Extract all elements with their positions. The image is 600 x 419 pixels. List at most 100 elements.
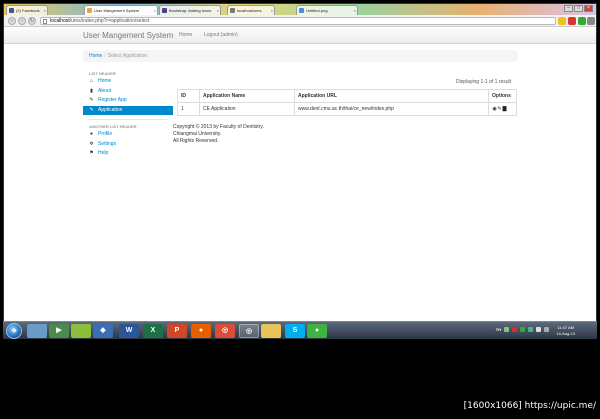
line-icon[interactable]: ● [307,324,327,338]
close-icon[interactable]: × [154,6,156,15]
application-table: ID Application Name Application URL Opti… [177,89,517,116]
maximize-icon[interactable]: □ [574,5,583,12]
clock-date: 14-Aug-13 [556,331,575,336]
nav-home-link[interactable]: Home [179,32,192,38]
url-path: /ums/index.php?r=application/select [69,18,150,24]
tab-label: Untitled-png [306,8,328,13]
column-header-id[interactable]: ID [177,89,200,103]
extension-icon[interactable] [578,17,586,25]
sidebar-item-label: Application [98,106,123,113]
address-bar-row: ‹ › ↻ localhost/ums/index.php?r=applicat… [4,15,596,27]
pencil-icon: ✎ [89,106,94,113]
sidebar-item-settings[interactable]: ✲ Settings [83,140,173,150]
site-navbar: User Mangement System Home Logout (admin… [4,27,596,44]
browser-tab-strip: (2) Facebook × User Mangement System × B… [4,4,596,15]
sidebar-header: LIST HEADER [89,71,116,76]
breadcrumb-current: Select Application [107,53,148,59]
page-icon [87,8,92,13]
chrome-icon[interactable]: ◎ [215,324,235,338]
sidebar-item-help[interactable]: ⚑ Help [83,149,173,159]
cell-options: ◉✎▇ [488,102,517,116]
virtualbox-icon[interactable]: ◆ [93,324,113,338]
sidebar-item-label: About [98,87,112,94]
tab-label: localhost/ums [237,8,262,13]
breadcrumb-home-link[interactable]: Home [89,53,102,59]
results-summary: Displaying 1-1 of 1 result [456,79,512,85]
language-indicator[interactable]: TH [496,327,501,332]
menu-icon[interactable] [587,17,595,25]
column-header-name[interactable]: Application Name [199,89,295,103]
sidebar-divider [89,119,167,120]
watermark: [1600x1066] https://upic.me/ [463,401,596,411]
close-window-icon[interactable]: × [584,5,593,12]
close-icon[interactable]: × [271,6,273,15]
close-icon[interactable]: × [44,6,46,15]
back-icon[interactable]: ‹ [8,17,16,25]
powerpoint-icon[interactable]: P [167,324,187,338]
browser-tab-bootstrap[interactable]: Bootstrap: Adding Icons × [159,5,221,15]
sidebar-item-label: Profile [98,131,113,137]
forward-icon[interactable]: › [18,17,26,25]
media-icon[interactable]: ▶ [49,324,69,338]
network-icon[interactable] [536,327,541,332]
image-icon [299,8,304,13]
url-host: localhost [50,18,70,24]
tray-app-icon[interactable] [504,327,509,332]
breadcrumb: Home / Select Application [83,50,518,62]
sidebar-item-about[interactable]: ▮ About [83,87,173,97]
cell-url: www.dent.cmu.ac.th/thai/ce_new/index.php [294,102,489,116]
cell-id: 1 [177,102,200,116]
sidebar-item-register-app[interactable]: ✎ Register App [83,96,173,106]
window-controls: – □ × [564,5,593,13]
excel-icon[interactable]: X [143,324,163,338]
windows-taskbar: ❖ ▶ ◆ W X P ● ◎ ◎ S ● TH 11:47 AM 14-Aug… [3,321,597,339]
word-icon[interactable]: W [119,324,139,338]
trash-icon[interactable]: ▇ [502,106,507,112]
sidebar-item-application[interactable]: ✎ Application [83,105,173,115]
tray-app-icon[interactable] [520,327,525,332]
reload-icon[interactable]: ↻ [28,17,36,25]
system-tray: TH [496,327,549,332]
facebook-icon [9,8,14,13]
footer: Copyright © 2013 by Faculty of Dentistry… [173,124,264,145]
start-button[interactable]: ❖ [6,323,22,339]
minimize-icon[interactable]: – [564,5,573,12]
skype-icon[interactable]: S [285,324,305,338]
browser-tab-localhost[interactable]: localhost/ums × [227,5,275,15]
tray-app-icon[interactable] [512,327,517,332]
browser-tab-untitled[interactable]: Untitled-png × [296,5,358,15]
table-row: 1 CE Application www.dent.cmu.ac.th/thai… [177,102,517,116]
nav-logout-link[interactable]: Logout (admin) [204,32,238,38]
sidebar-item-profile[interactable]: ● Profile [83,130,173,140]
firefox-icon[interactable]: ● [191,324,211,338]
tray-app-icon[interactable] [528,327,533,332]
footer-rights: All Rights Reserved. [173,138,219,144]
extension-icon[interactable] [568,17,576,25]
star-icon[interactable] [558,17,566,25]
user-icon: ● [89,131,94,137]
close-icon[interactable]: × [217,6,219,15]
cell-name: CE Application [199,102,295,116]
close-icon[interactable]: × [354,6,356,15]
footer-copyright: Copyright © 2013 by Faculty of Dentistry… [173,124,264,130]
brand[interactable]: User Mangement System [83,31,173,40]
url-input[interactable]: localhost/ums/index.php?r=application/se… [40,17,556,25]
gear-icon: ✲ [89,140,94,147]
tab-label: User Mangement System [94,8,140,13]
bootstrap-icon [162,8,167,13]
chrome-active-icon[interactable]: ◎ [239,324,259,338]
sidebar-item-home[interactable]: ⌂ Home [83,77,173,87]
volume-icon[interactable] [544,327,549,332]
folder-icon[interactable] [261,324,281,338]
files-icon[interactable] [71,324,91,338]
taskbar-clock[interactable]: 11:47 AM 14-Aug-13 [556,325,575,337]
windows-logo-icon: ❖ [11,328,18,335]
browser-tab-facebook[interactable]: (2) Facebook × [6,5,48,15]
book-icon: ▮ [90,87,93,94]
explorer-icon[interactable] [27,324,47,338]
column-header-url[interactable]: Application URL [294,89,489,103]
sidebar-item-label: Register App [98,97,127,103]
sidebar-header: ANOTHER LIST HEADER [89,124,137,129]
pencil-icon: ✎ [89,97,94,103]
browser-tab-ums[interactable]: User Mangement System × [84,5,158,15]
